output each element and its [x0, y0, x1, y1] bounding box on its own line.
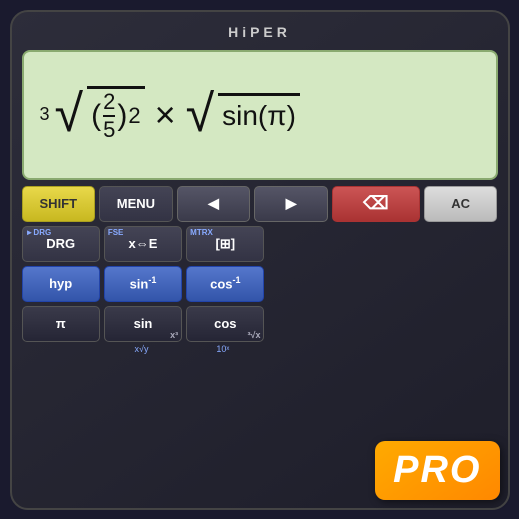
drg-button[interactable]: ►DRG DRG	[22, 226, 100, 262]
display-screen: 3 √ ( 2 5 ) 2 × √ sin	[22, 50, 498, 180]
ac-button[interactable]: AC	[424, 186, 498, 222]
sin-button[interactable]: sin x³	[104, 306, 182, 342]
times-symbol: ×	[155, 94, 176, 136]
radical-content-2: sin(π)	[218, 93, 300, 137]
backspace-icon: ⌫	[363, 193, 388, 214]
sub-10x: 10ˣ	[184, 344, 261, 362]
sin-inv-button[interactable]: sin-1	[104, 266, 182, 302]
sub-xsqrty2: x√y	[103, 344, 180, 362]
radical-content-1: ( 2 5 ) 2	[87, 86, 145, 144]
matrix-button[interactable]: MTRX [⊞]	[186, 226, 264, 262]
app-title: HiPER	[22, 22, 498, 44]
arrow-right-button[interactable]: ▶	[254, 186, 328, 222]
sub-xsqrty	[22, 344, 99, 362]
radical-symbol-2: √	[186, 92, 215, 136]
calculator: HiPER 3 √ ( 2 5 ) 2 ×	[10, 10, 510, 510]
shift-button[interactable]: SHIFT	[22, 186, 96, 222]
radical-symbol-1: √	[55, 92, 84, 136]
pi-button[interactable]: π	[22, 306, 100, 342]
cos-inv-button[interactable]: cos-1	[186, 266, 264, 302]
root-index-3: 3	[40, 104, 50, 125]
pro-spacer	[268, 226, 497, 262]
display-expression: 3 √ ( 2 5 ) 2 × √ sin	[40, 86, 300, 144]
pro-label: PRO	[393, 449, 481, 491]
backspace-button[interactable]: ⌫	[332, 186, 420, 222]
cos-button[interactable]: cos ³√x	[186, 306, 264, 342]
pro-banner: PRO	[375, 441, 499, 500]
fraction-2-5: 2 5	[103, 89, 115, 144]
button-row-1: SHIFT MENU ◀ ▶ ⌫ AC	[22, 186, 498, 222]
arrow-left-button[interactable]: ◀	[177, 186, 251, 222]
menu-button[interactable]: MENU	[99, 186, 173, 222]
xE-button[interactable]: FSE x⇔E	[104, 226, 182, 262]
button-row-2: ►DRG DRG FSE x⇔E MTRX [⊞]	[22, 226, 498, 262]
hyp-button[interactable]: hyp	[22, 266, 100, 302]
pro-spacer-2	[268, 266, 497, 302]
pro-spacer-3	[268, 306, 497, 342]
button-row-5-subs: x√y 10ˣ	[22, 344, 498, 362]
sin-pi-expr: sin(π)	[222, 100, 296, 132]
button-row-3: hyp sin-1 cos-1	[22, 266, 498, 302]
button-row-4: π sin x³ cos ³√x	[22, 306, 498, 342]
